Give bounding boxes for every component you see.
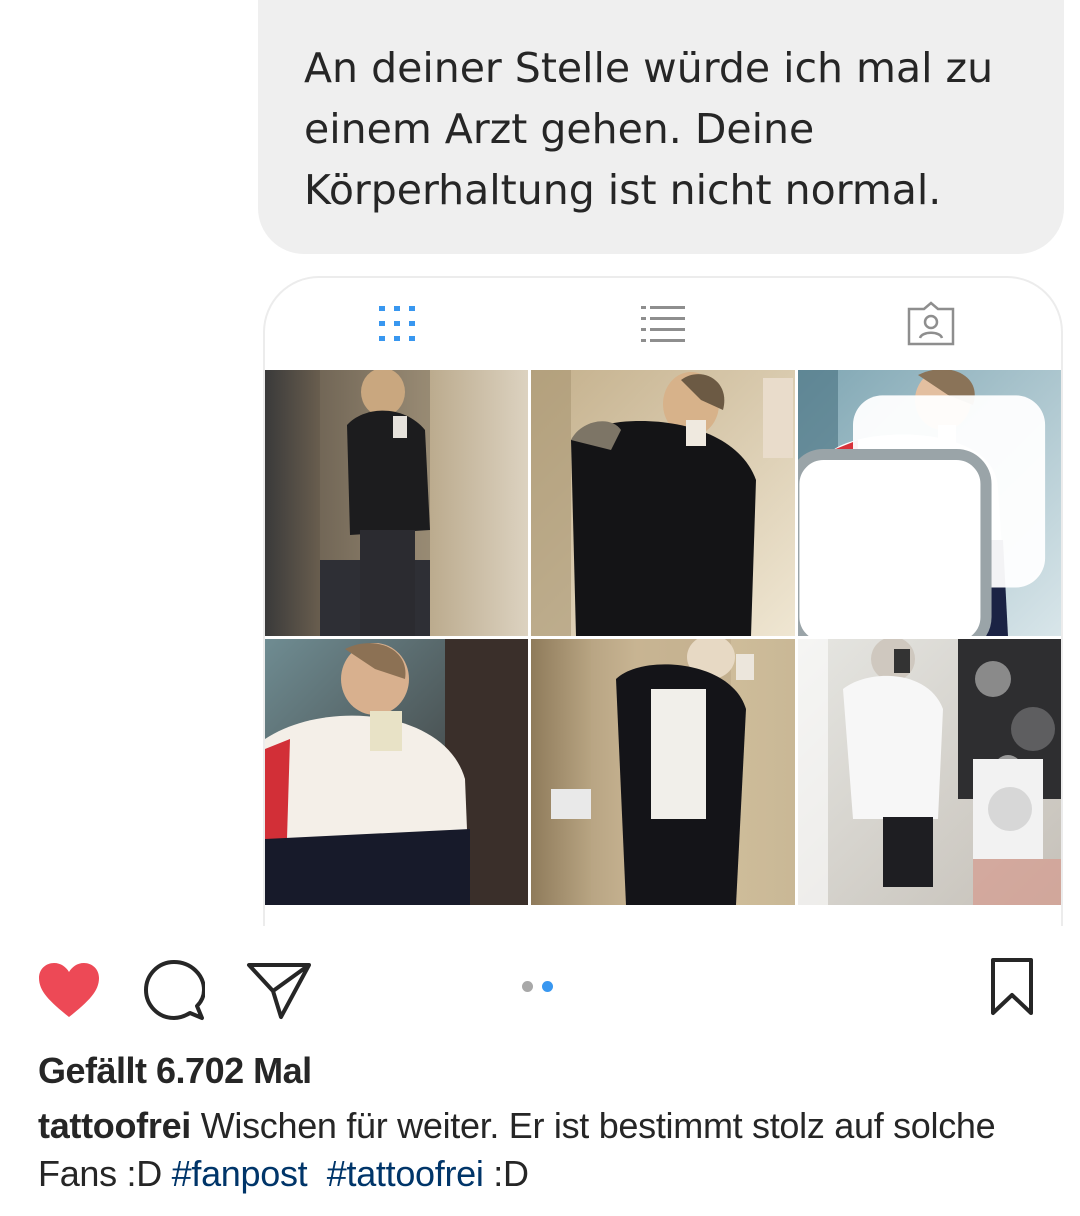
bookmark-icon xyxy=(991,958,1033,1015)
hashtag-link[interactable]: #tattoofrei xyxy=(327,1153,484,1194)
photo-thumbnail[interactable] xyxy=(798,639,1061,905)
photo-image xyxy=(798,639,1061,905)
tab-tagged[interactable] xyxy=(891,292,971,356)
caption-tail: :D xyxy=(483,1153,529,1194)
carousel-indicator xyxy=(522,981,553,992)
comment-button[interactable] xyxy=(142,958,206,1022)
photo-thumbnail[interactable] xyxy=(265,370,528,636)
hashtag-link[interactable]: #fanpost xyxy=(172,1153,308,1194)
embedded-profile-screenshot xyxy=(263,276,1063,926)
carousel-dot-active xyxy=(542,981,553,992)
save-button[interactable] xyxy=(986,956,1038,1018)
multiple-photos-icon xyxy=(798,395,1046,636)
photo-thumbnail[interactable] xyxy=(531,639,795,905)
photo-image xyxy=(531,639,795,905)
comment-icon xyxy=(144,960,205,1020)
post-caption: tattoofrei Wischen für weiter. Er ist be… xyxy=(38,1102,1048,1198)
likes-count[interactable]: Gefällt 6.702 Mal xyxy=(38,1050,312,1092)
tagged-person-icon xyxy=(907,301,955,346)
grid-icon xyxy=(379,306,415,341)
message-bubble[interactable]: An deiner Stelle würde ich mal zu einem … xyxy=(258,0,1064,254)
share-button[interactable] xyxy=(244,960,314,1022)
list-icon xyxy=(641,306,685,342)
tab-grid[interactable] xyxy=(357,292,437,356)
photo-grid xyxy=(265,370,1061,905)
photo-thumbnail[interactable] xyxy=(265,639,528,905)
paper-plane-icon xyxy=(247,963,311,1019)
photo-image xyxy=(531,370,795,636)
profile-tab-bar xyxy=(265,278,1061,370)
message-text: An deiner Stelle würde ich mal zu einem … xyxy=(304,44,994,214)
heart-filled-icon xyxy=(39,963,99,1017)
tab-list[interactable] xyxy=(623,292,703,356)
photo-image xyxy=(265,639,528,905)
carousel-dot xyxy=(522,981,533,992)
photo-thumbnail[interactable] xyxy=(798,370,1061,636)
photo-image xyxy=(265,370,528,636)
like-button[interactable] xyxy=(36,960,102,1020)
caption-username[interactable]: tattoofrei xyxy=(38,1105,191,1146)
photo-thumbnail[interactable] xyxy=(531,370,795,636)
